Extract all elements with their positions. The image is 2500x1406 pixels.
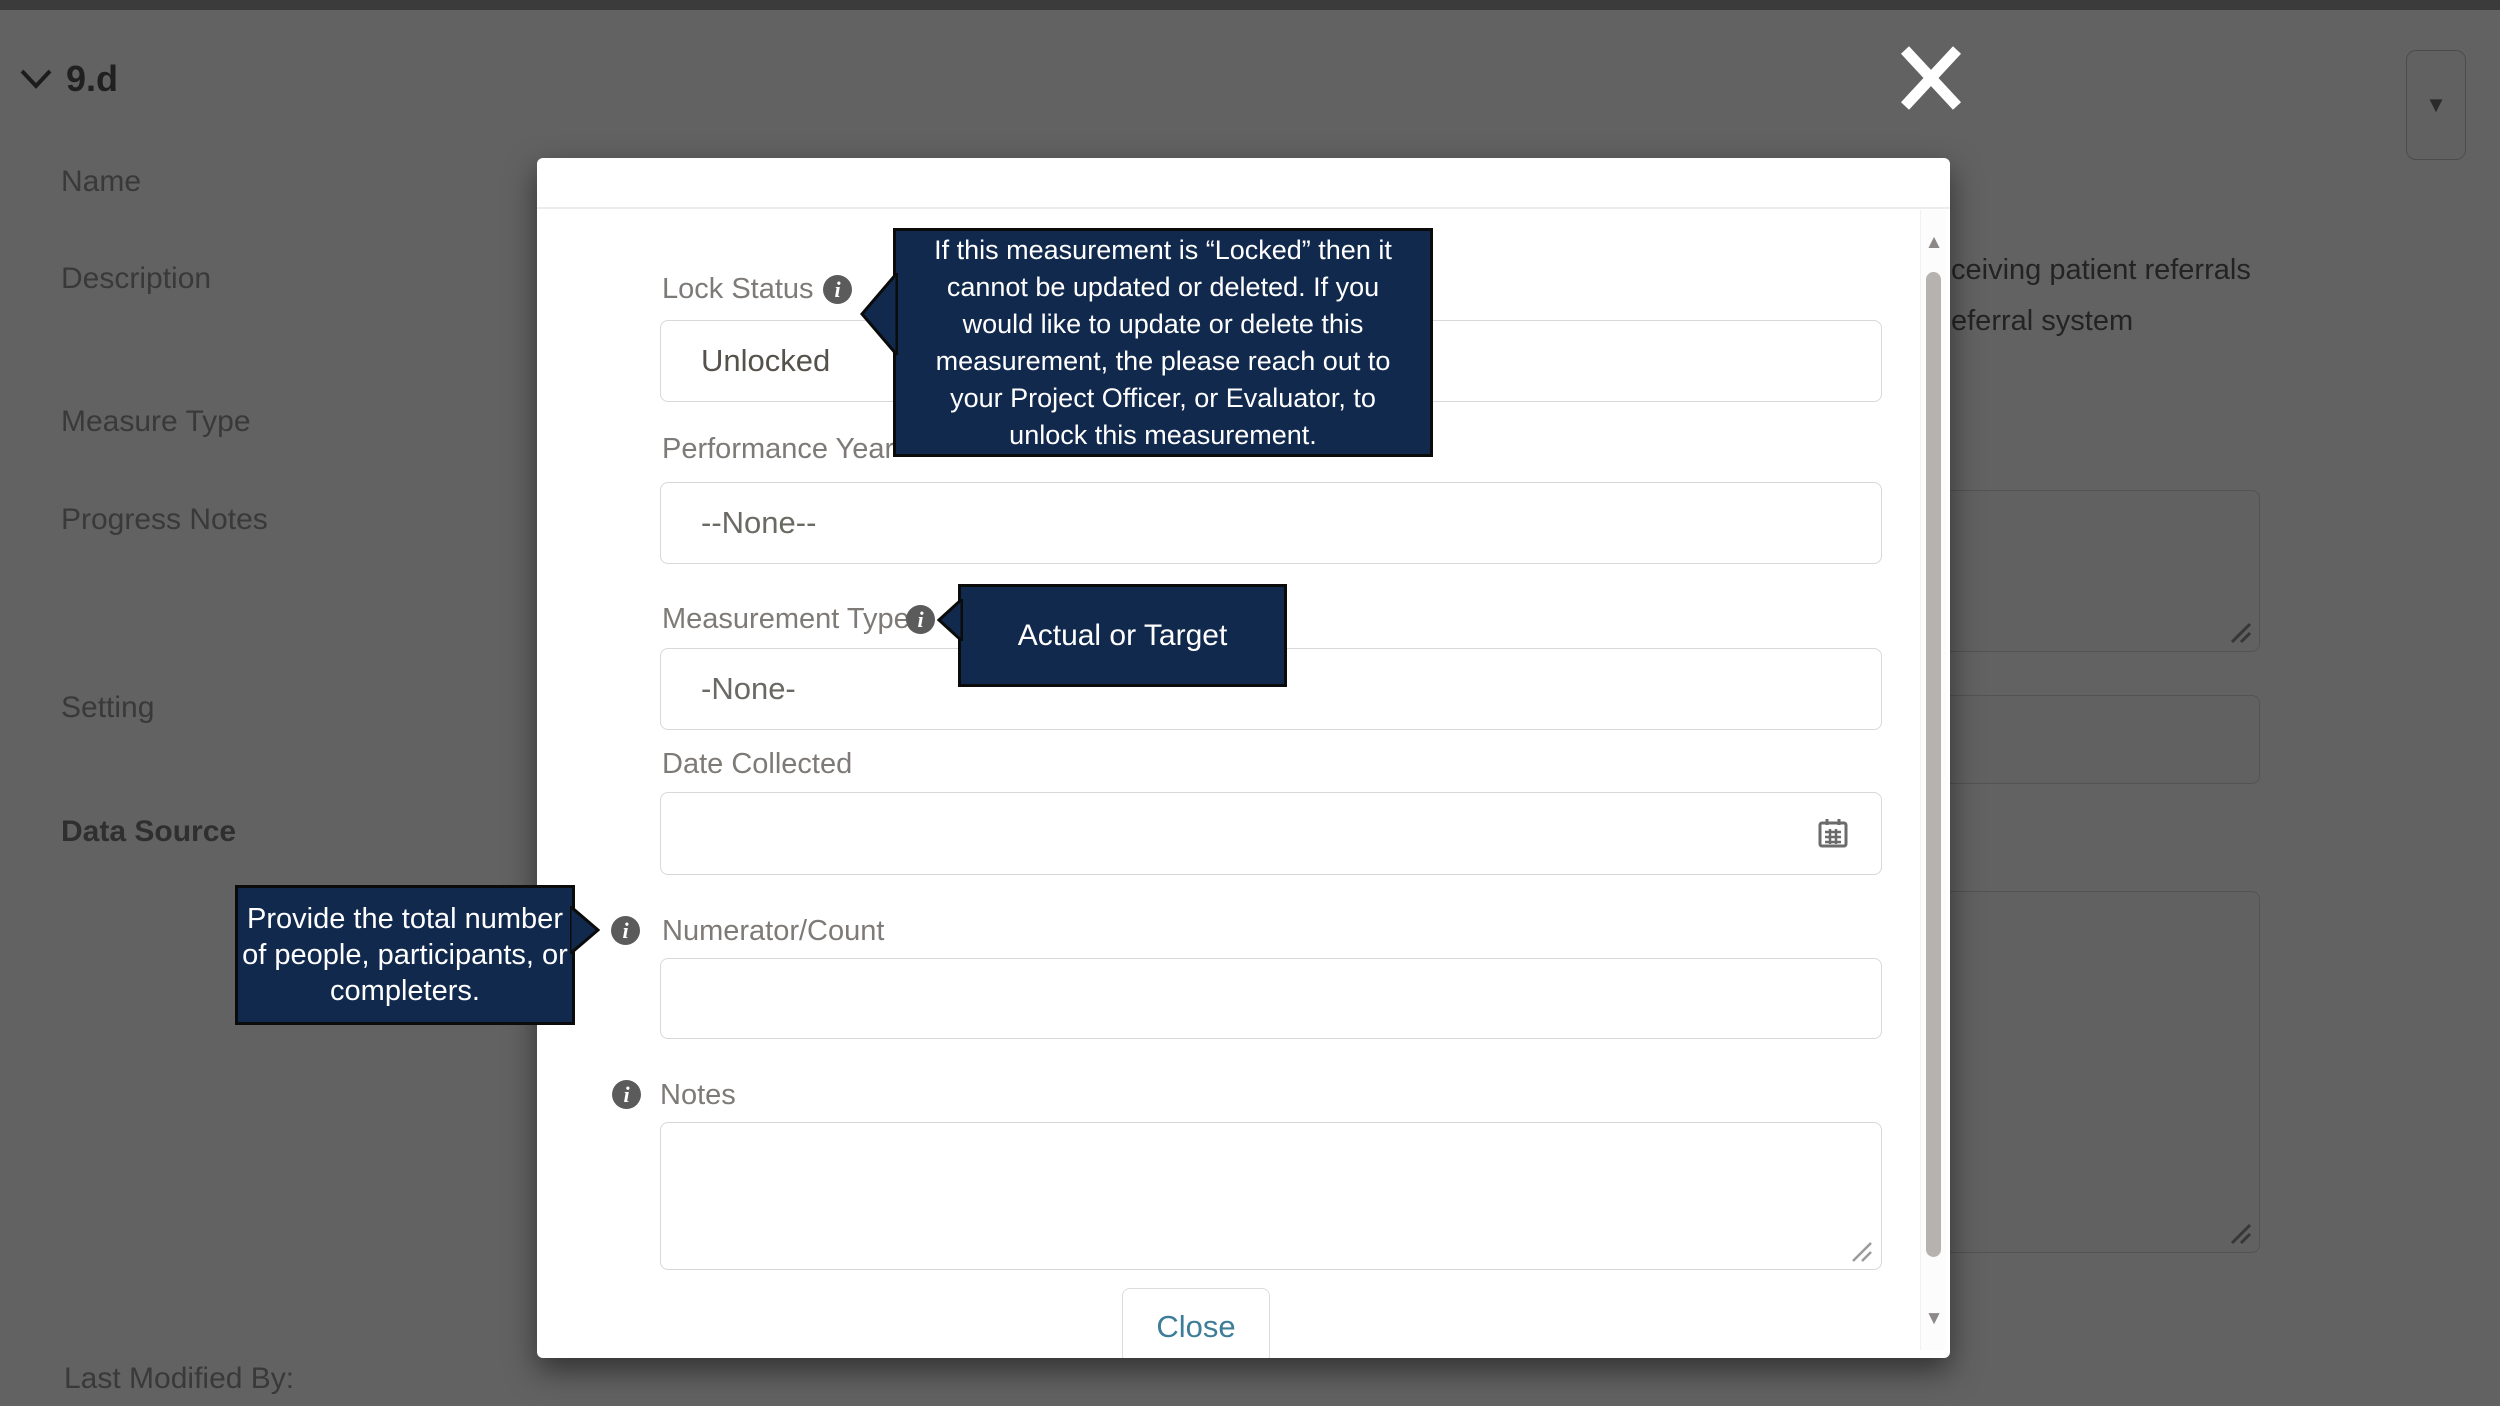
lock-status-label: Lock Status <box>662 273 814 306</box>
numerator-value <box>661 959 1881 1038</box>
numerator-field[interactable] <box>660 958 1882 1039</box>
performance-year-value: --None-- <box>661 483 1881 563</box>
measurement-type-label: Measurement Type <box>662 603 910 636</box>
performance-year-label: Performance Year <box>662 433 894 466</box>
scroll-down-arrow-icon[interactable]: ▼ <box>1921 1308 1947 1330</box>
measurement-type-tooltip: Actual or Target <box>958 584 1287 687</box>
notes-label: Notes <box>660 1079 736 1112</box>
date-collected-field[interactable] <box>660 792 1882 875</box>
measurement-type-info-icon[interactable]: i <box>906 605 935 634</box>
calendar-icon[interactable] <box>1817 817 1849 849</box>
modal-scrollbar[interactable]: ▲ ▼ <box>1920 210 1947 1350</box>
measurement-type-tooltip-text: Actual or Target <box>1018 619 1228 653</box>
numerator-tooltip: Provide the total number of people, part… <box>235 885 575 1025</box>
notes-textarea[interactable] <box>660 1122 1882 1270</box>
performance-year-field[interactable]: --None-- <box>660 482 1882 564</box>
close-x-icon[interactable] <box>1899 38 1963 118</box>
tooltip-arrow-right-icon <box>570 906 600 954</box>
scroll-up-arrow-icon[interactable]: ▲ <box>1921 232 1947 254</box>
numerator-info-icon[interactable]: i <box>611 916 640 945</box>
lock-status-tooltip: If this measurement is “Locked” then it … <box>893 228 1433 457</box>
modal-header-divider <box>537 207 1950 209</box>
lock-status-info-icon[interactable]: i <box>823 275 852 304</box>
close-button-label: Close <box>1156 1309 1235 1345</box>
date-collected-label: Date Collected <box>662 748 852 781</box>
tooltip-arrow-left-icon <box>860 273 898 355</box>
screen: 9.d Name Description Measure Type Progre… <box>0 0 2500 1406</box>
numerator-label: Numerator/Count <box>662 915 884 948</box>
resize-handle-icon[interactable] <box>1849 1239 1873 1263</box>
numerator-tooltip-text: Provide the total number of people, part… <box>242 901 568 1009</box>
lock-status-tooltip-text: If this measurement is “Locked” then it … <box>934 232 1392 454</box>
scrollbar-thumb[interactable] <box>1926 272 1941 1257</box>
tooltip-arrow-left-icon <box>937 599 963 641</box>
close-button[interactable]: Close <box>1122 1288 1270 1358</box>
notes-info-icon[interactable]: i <box>612 1080 641 1109</box>
